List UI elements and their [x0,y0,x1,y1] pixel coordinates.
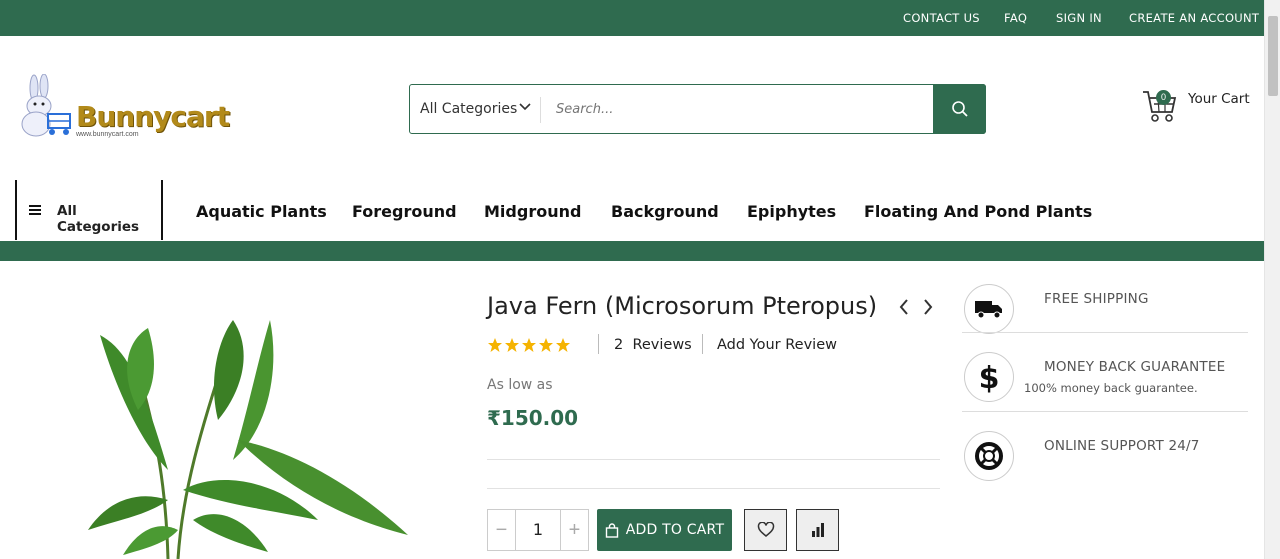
product-price: ₹150.00 [487,406,579,430]
chevron-left-icon[interactable] [897,297,911,317]
nav-item-background[interactable]: Background [611,202,719,221]
product-image[interactable] [18,290,468,559]
rating-divider [598,334,599,354]
search-divider [540,97,541,123]
dollar-icon: $ [979,361,1000,394]
feature-icon-circle [964,431,1014,481]
shopping-bag-icon [605,522,618,538]
scrollbar-thumb[interactable] [1268,16,1278,96]
chevron-down-icon[interactable] [518,99,532,113]
nav-item-epiphytes[interactable]: Epiphytes [747,202,836,221]
chevron-right-icon[interactable] [921,297,935,317]
sign-in-link[interactable]: SIGN IN [1056,11,1102,25]
mini-cart[interactable]: 0 Your Cart [1142,86,1252,126]
product-nav-arrows [897,297,939,317]
bar-chart-icon [811,523,824,537]
quantity-input[interactable] [517,510,559,550]
quantity-stepper: − + [487,509,589,551]
feature-title: FREE SHIPPING [1044,291,1149,307]
main-nav: All Categories Aquatic Plants Foreground… [0,180,1264,241]
nav-item-floating-pond-plants[interactable]: Floating And Pond Plants [864,202,1092,221]
nav-underline-bar [0,241,1264,261]
reviews-label: Reviews [632,337,692,353]
nav-item-foreground[interactable]: Foreground [352,202,457,221]
search-button[interactable] [933,84,986,134]
reviews-count: 2 [614,337,624,353]
product-title: Java Fern (Microsorum Pteropus) [487,292,878,320]
logo-text: Bunnycart [76,100,230,133]
add-review-link[interactable]: Add Your Review [717,337,837,353]
reviews-link[interactable]: 2 Reviews [614,337,692,353]
wishlist-button[interactable] [744,509,787,551]
feature-icon-circle [964,284,1014,334]
search-bar: All Categories [409,84,986,134]
five-star-icon [488,338,570,352]
faq-link[interactable]: FAQ [1004,11,1027,25]
create-account-link[interactable]: CREATE AN ACCOUNT [1129,11,1259,25]
cart-count-badge: 0 [1156,90,1171,105]
compare-button[interactable] [796,509,839,551]
site-logo[interactable]: Bunnycart www.bunnycart.com [18,74,230,142]
top-bar: CONTACT US FAQ SIGN IN CREATE AN ACCOUNT [0,0,1264,36]
nav-item-midground[interactable]: Midground [484,202,581,221]
all-categories-menu[interactable]: All Categories [15,180,163,240]
java-fern-plant-image [18,290,468,559]
heart-icon [757,522,774,537]
svg-text:$: $ [979,361,1000,394]
page-scrollbar[interactable] [1264,0,1280,559]
bunny-logo-icon [21,74,71,137]
feature-title: ONLINE SUPPORT 24/7 [1044,438,1200,454]
search-icon [951,101,968,117]
lifebuoy-icon [975,442,1003,470]
rating-stars [487,337,577,353]
cart-label[interactable]: Your Cart [1188,91,1250,107]
all-categories-label: All Categories [57,203,140,235]
feature-divider [962,411,1248,412]
divider-line [487,459,940,460]
feature-subtitle: 100% money back guarantee. [1024,381,1198,395]
quantity-decrease-button[interactable]: − [488,510,516,550]
add-to-cart-label: ADD TO CART [625,522,725,538]
logo-url: www.bunnycart.com [76,131,139,138]
truck-icon [975,301,1002,319]
nav-item-aquatic-plants[interactable]: Aquatic Plants [196,202,327,221]
as-low-as-label: As low as [487,377,553,393]
reviews-divider [702,334,703,354]
hamburger-icon [29,205,41,215]
contact-us-link[interactable]: CONTACT US [903,11,980,25]
add-to-cart-button[interactable]: ADD TO CART [597,509,732,551]
feature-icon-circle: $ [964,352,1014,402]
category-select[interactable]: All Categories [420,101,517,117]
divider-line [487,488,940,489]
feature-divider [962,332,1248,333]
search-input[interactable] [556,95,926,123]
feature-title: MONEY BACK GUARANTEE [1044,359,1226,375]
quantity-increase-button[interactable]: + [560,510,588,550]
